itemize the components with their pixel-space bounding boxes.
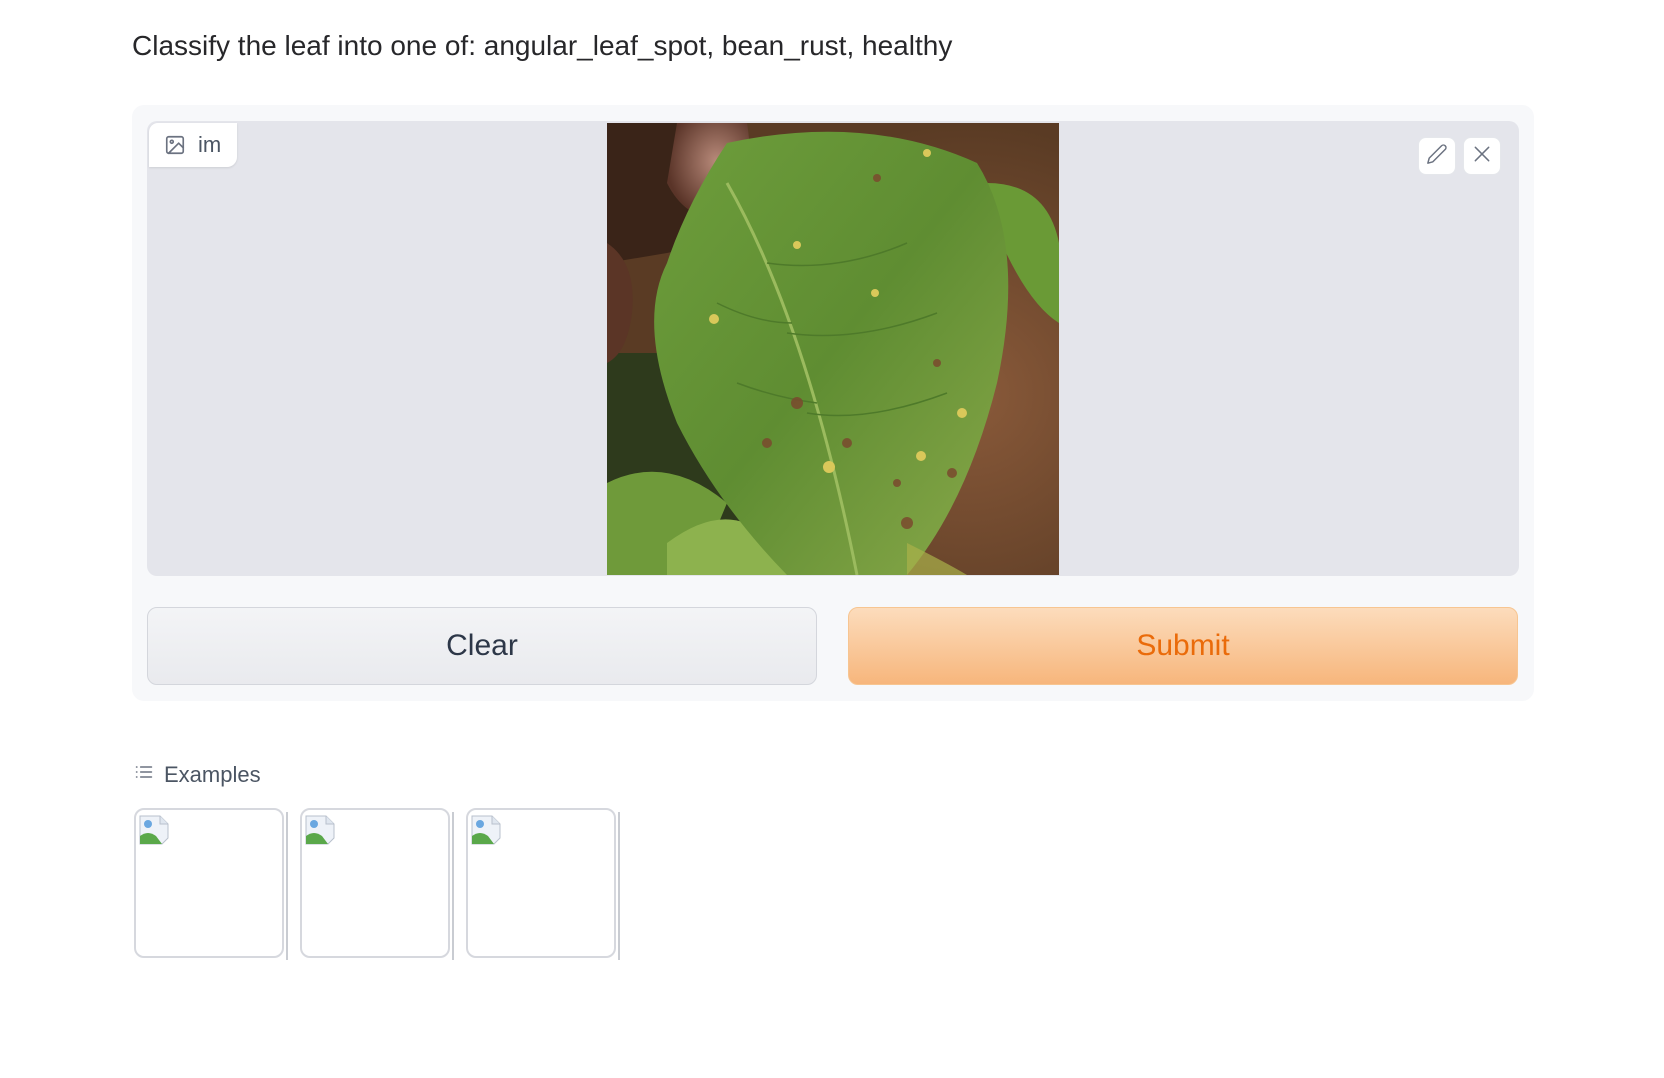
image-input[interactable]: im <box>147 121 1519 576</box>
interface-panel: im Clear Submit <box>132 105 1534 701</box>
example-item-1[interactable] <box>134 808 288 960</box>
submit-button[interactable]: Submit <box>848 607 1518 685</box>
app-description: Classify the leaf into one of: angular_l… <box>132 30 953 61</box>
image-input-label: im <box>149 123 238 167</box>
leaf-image <box>607 123 1059 575</box>
example-item-2[interactable] <box>300 808 454 960</box>
close-icon <box>1472 144 1492 169</box>
remove-image-button[interactable] <box>1463 137 1501 175</box>
examples-header: Examples <box>134 762 261 788</box>
clear-button[interactable]: Clear <box>147 607 817 685</box>
image-icon <box>164 134 186 156</box>
edit-image-button[interactable] <box>1418 137 1456 175</box>
broken-image-icon <box>470 814 504 853</box>
examples-label: Examples <box>164 762 261 787</box>
pencil-icon <box>1426 143 1448 170</box>
example-item-3[interactable] <box>466 808 620 960</box>
image-input-label-text: im <box>198 132 222 157</box>
list-icon <box>134 762 154 788</box>
broken-image-icon <box>304 814 338 853</box>
broken-image-icon <box>138 814 172 853</box>
